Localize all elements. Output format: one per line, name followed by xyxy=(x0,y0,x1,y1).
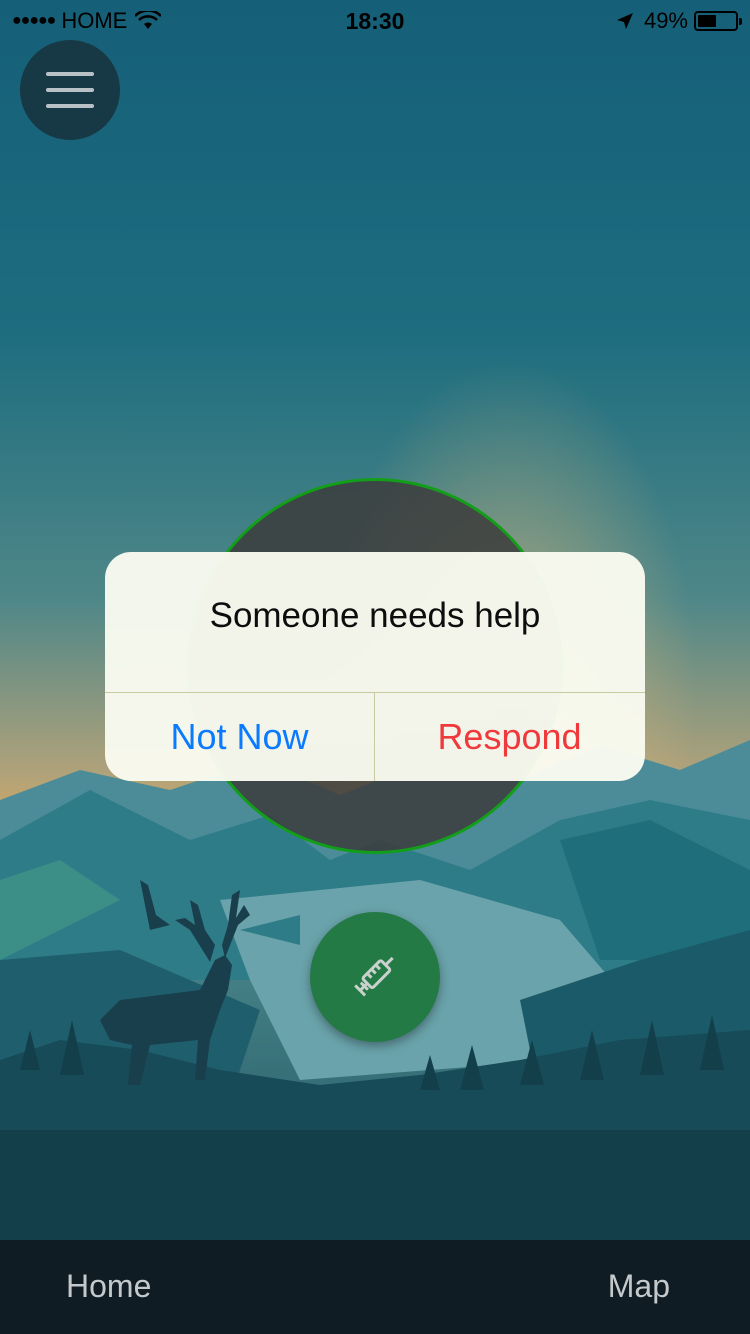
tab-bar: Home Map xyxy=(0,1240,750,1334)
menu-button[interactable] xyxy=(20,40,120,140)
hamburger-menu-icon xyxy=(46,72,94,76)
not-now-button[interactable]: Not Now xyxy=(105,693,374,781)
syringe-icon xyxy=(354,956,394,997)
hamburger-line xyxy=(46,104,94,108)
emergency-syringe-button[interactable] xyxy=(310,912,440,1042)
battery-level xyxy=(698,15,716,27)
hamburger-line xyxy=(46,88,94,92)
battery-percent: 49% xyxy=(643,8,688,33)
tab-map[interactable]: Map xyxy=(608,1268,670,1305)
alert-title: Someone needs help xyxy=(209,596,541,635)
status-bar: ●●●●● HOME 18:30 49% xyxy=(0,0,750,40)
battery-icon xyxy=(694,11,742,31)
alert-dialog: Someone needs help Not Now Respond xyxy=(105,552,645,781)
respond-button[interactable]: Respond xyxy=(375,693,644,781)
tab-home[interactable]: Home xyxy=(66,1268,151,1305)
location-arrow-icon xyxy=(616,13,633,29)
battery-area: 49% xyxy=(616,8,742,34)
